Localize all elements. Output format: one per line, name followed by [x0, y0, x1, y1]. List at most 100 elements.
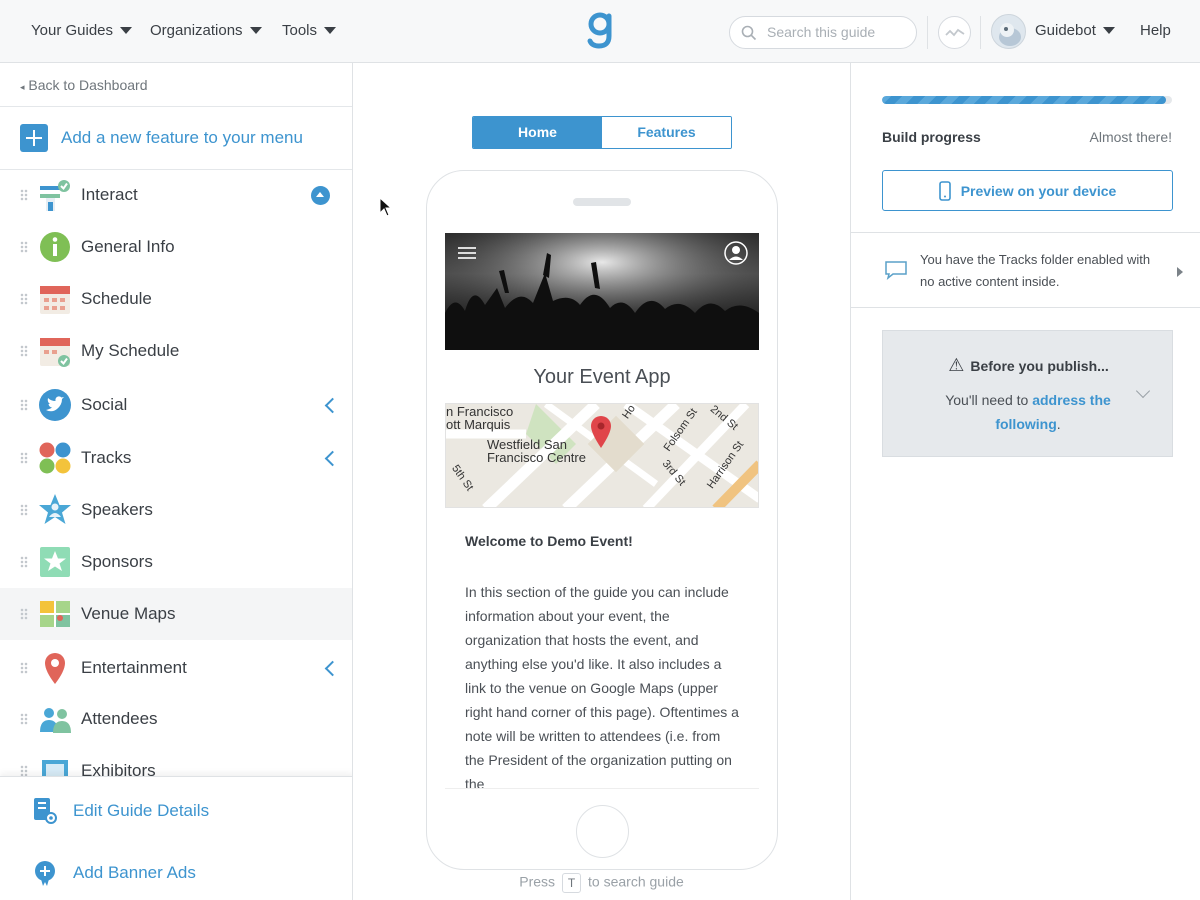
sidebar-item-my-schedule[interactable]: My Schedule [0, 325, 352, 377]
sidebar-item-sponsors[interactable]: Sponsors [0, 536, 352, 588]
map-icon [40, 601, 70, 627]
drag-handle-icon[interactable] [20, 241, 28, 253]
collapse-up-icon[interactable] [311, 185, 330, 205]
your-guides-label: Your Guides [31, 22, 114, 39]
search-placeholder: Search this guide [767, 24, 876, 40]
edit-guide-details-label: Edit Guide Details [73, 801, 210, 820]
top-nav: Your Guides Organizations Tools Search t… [0, 0, 1200, 63]
chevron-left-icon[interactable] [324, 397, 341, 414]
divider [851, 307, 1200, 308]
sponsor-star-icon [40, 547, 70, 577]
caret-right-icon[interactable] [1177, 267, 1183, 277]
build-progress-bar [882, 96, 1172, 104]
chevron-left-icon[interactable] [324, 450, 341, 467]
caret-down-icon [249, 27, 262, 34]
tools-label: Tools [282, 22, 318, 39]
sidebar-item-general-info[interactable]: General Info [0, 221, 352, 273]
add-banner-ads-button[interactable]: Add Banner Ads [32, 859, 196, 887]
tracks-icon [39, 442, 71, 474]
search-input[interactable]: Search this guide [729, 16, 917, 49]
plus-icon [20, 124, 48, 152]
add-feature-button[interactable]: Add a new feature to your menu [20, 124, 303, 152]
tab-features[interactable]: Features [602, 117, 731, 148]
caret-down-icon [1102, 27, 1115, 34]
divider [851, 232, 1200, 233]
user-menu[interactable]: Guidebot [1035, 22, 1115, 39]
add-banner-icon [35, 861, 55, 886]
add-banner-ads-label: Add Banner Ads [73, 863, 196, 882]
sidebar-item-label: Interact [81, 185, 138, 204]
before-publish-box: ⚠ Before you publish... You'll need to ad… [882, 330, 1173, 457]
preview-button-label: Preview on your device [960, 182, 1117, 199]
sidebar-item-speakers[interactable]: Speakers [0, 484, 352, 536]
drag-handle-icon[interactable] [20, 293, 28, 305]
sidebar-item-label: Tracks [81, 448, 132, 467]
sidebar: ◂ Back to Dashboard Add a new feature to… [0, 63, 353, 900]
activity-button[interactable] [938, 16, 971, 49]
chevron-left-icon[interactable] [324, 660, 341, 677]
calendar-check-icon [40, 338, 70, 367]
edit-guide-details-button[interactable]: Edit Guide Details [32, 797, 209, 825]
organizations-menu[interactable]: Organizations [150, 22, 262, 39]
drag-handle-icon[interactable] [20, 345, 28, 357]
back-to-dashboard-link[interactable]: ◂ Back to Dashboard [20, 77, 148, 93]
organizations-label: Organizations [150, 22, 243, 39]
welcome-body-text: In this section of the guide you can inc… [465, 584, 739, 789]
drag-handle-icon[interactable] [20, 713, 28, 725]
sidebar-item-entertainment[interactable]: Entertainment [0, 642, 352, 694]
sidebar-item-label: Attendees [81, 709, 158, 728]
tab-home[interactable]: Home [473, 117, 602, 148]
sidebar-item-label: My Schedule [81, 341, 180, 360]
nav-divider [927, 16, 928, 49]
hamburger-menu-icon[interactable] [458, 246, 476, 260]
sidebar-item-attendees[interactable]: Attendees [0, 693, 352, 745]
sidebar-item-social[interactable]: Social [0, 379, 352, 431]
sidebar-item-label: Entertainment [81, 658, 187, 677]
drag-handle-icon[interactable] [20, 189, 28, 201]
drag-handle-icon[interactable] [20, 504, 28, 516]
publish-text: You'll need to address the following. [913, 388, 1143, 436]
drag-handle-icon[interactable] [20, 399, 28, 411]
your-guides-menu[interactable]: Your Guides [31, 22, 133, 39]
hero-image [445, 233, 759, 350]
sidebar-item-schedule[interactable]: Schedule [0, 273, 352, 325]
sidebar-item-tracks[interactable]: Tracks [0, 432, 352, 484]
tools-menu[interactable]: Tools [282, 22, 337, 39]
calendar-icon [40, 286, 70, 314]
drag-handle-icon[interactable] [20, 452, 28, 464]
sidebar-footer: Edit Guide Details Add Banner Ads [0, 776, 352, 900]
nav-divider [980, 16, 981, 49]
profile-icon[interactable] [724, 241, 748, 265]
avatar[interactable] [991, 14, 1026, 49]
caret-left-icon: ◂ [20, 82, 25, 92]
shortcut-key: T [562, 873, 582, 893]
hint-text: to search guide [588, 873, 684, 890]
welcome-heading: Welcome to Demo Event! [465, 533, 633, 549]
caret-down-icon [120, 27, 133, 34]
sidebar-item-venue-maps[interactable]: Venue Maps [0, 588, 352, 640]
guidebook-logo-icon[interactable] [586, 10, 616, 50]
tracks-notice[interactable]: You have the Tracks folder enabled with … [920, 249, 1160, 293]
drag-handle-icon[interactable] [20, 608, 28, 620]
keyboard-shortcut-hint: Press Tto search guide [354, 873, 849, 893]
publish-text-after: . [1056, 416, 1061, 432]
help-link[interactable]: Help [1140, 22, 1171, 39]
sidebar-item-label: Venue Maps [81, 604, 176, 623]
sidebar-item-label: Social [81, 395, 128, 414]
user-name: Guidebot [1035, 22, 1096, 39]
interact-icon [40, 180, 70, 211]
back-link-label: Back to Dashboard [28, 77, 148, 93]
activity-graph-icon [945, 28, 965, 37]
map-label: ott Marquis [446, 417, 511, 432]
drag-handle-icon[interactable] [20, 556, 28, 568]
hint-text: Press [519, 873, 556, 890]
sidebar-item-label: Schedule [81, 289, 152, 308]
preview-on-device-button[interactable]: Preview on your device [882, 170, 1173, 211]
divider [0, 106, 352, 107]
concert-crowd-image [445, 233, 759, 350]
build-progress-fill [882, 96, 1167, 104]
info-icon [40, 232, 70, 262]
sidebar-item-interact[interactable]: Interact [0, 169, 352, 221]
venue-map[interactable]: n Francisco ott Marquis Westfield San Fr… [445, 403, 759, 508]
drag-handle-icon[interactable] [20, 662, 28, 674]
